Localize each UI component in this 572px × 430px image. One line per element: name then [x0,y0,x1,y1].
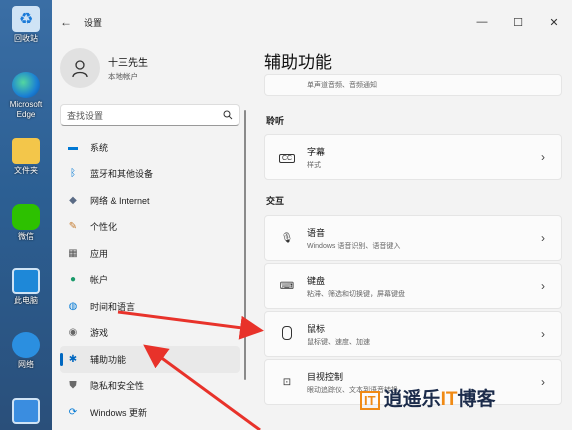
keyboard-icon: ⌨ [279,280,295,292]
nav-item-system[interactable]: ▬ 系统 [60,134,240,161]
keyboard-card[interactable]: ⌨ 键盘粘滞、筛选和切换键，屏幕键盘 › [264,263,562,309]
nav-item-accounts[interactable]: ● 帐户 [60,267,240,294]
chevron-right-icon: › [541,375,545,389]
mouse-title: 鼠标 [307,323,326,334]
apps-icon: ▦ [68,247,78,259]
folder-icon [12,138,40,164]
desktop-icon-computer[interactable]: 此电脑 [4,268,48,306]
nav-item-accessibility[interactable]: ✱ 辅助功能 [60,346,240,373]
chevron-right-icon: › [541,279,545,293]
settings-window: ← 设置 — ☐ ✕ 十三先生 本地帐户 查找设置 ▬ 系统 ᛒ 蓝牙和其他设备… [52,0,572,430]
section-title-hearing: 聆听 [266,116,285,126]
app-icon [12,398,40,424]
recycle-bin-icon: ♻ [12,6,40,32]
edge-icon [12,72,40,98]
section-title-interaction: 交互 [266,196,285,206]
user-role: 本地帐户 [108,72,138,81]
monitor-icon: ▬ [68,141,78,153]
audio-card-desc: 单声道音频、音频通知 [307,82,377,89]
audio-card[interactable]: 单声道音频、音频通知 [264,74,562,96]
person-icon: ● [69,274,77,286]
desktop-icon-app[interactable] [4,398,48,426]
title-bar: ← 设置 — ☐ ✕ [52,0,572,44]
minimize-button[interactable]: — [464,16,500,29]
bluetooth-icon: ᛒ [70,168,76,180]
user-name: 十三先生 [108,58,148,69]
nav-item-network[interactable]: ◆ 网络 & Internet [60,187,240,214]
nav-item-privacy[interactable]: ⛊ 隐私和安全性 [60,373,240,400]
speech-desc: Windows 语音识别、语音键入 [307,242,401,250]
update-icon: ⟳ [68,406,78,418]
keyboard-desc: 粘滞、筛选和切换键，屏幕键盘 [307,290,405,298]
cc-icon: CC [277,152,297,163]
desktop-icon-edge[interactable]: Microsoft Edge [4,72,48,120]
mouse-desc: 鼠标键、速度、加速 [307,338,370,346]
captions-title: 字幕 [307,146,326,157]
shield-icon: ⛊ [69,380,77,392]
sidebar-scrollbar[interactable] [244,110,246,380]
microphone-icon: 🎙︎ [280,232,294,244]
desktop-icon-network[interactable]: 网络 [4,332,48,370]
nav-item-windows-update[interactable]: ⟳ Windows 更新 [60,399,240,426]
computer-icon [12,268,40,294]
sidebar: 十三先生 本地帐户 查找设置 ▬ 系统 ᛒ 蓝牙和其他设备 ◆ 网络 & Intern… [52,44,248,430]
person-icon [72,60,88,78]
globe-clock-icon: ◍ [68,300,78,312]
wechat-icon [12,204,40,230]
window-title: 设置 [84,17,103,28]
keyboard-title: 键盘 [307,275,326,286]
speech-title: 语音 [307,227,326,238]
back-button[interactable]: ← [60,15,82,29]
eye-control-title: 目视控制 [307,371,344,382]
nav-item-personalization[interactable]: ✎ 个性化 [60,214,240,241]
network-icon [12,332,40,358]
search-input[interactable]: 查找设置 [60,104,240,126]
user-profile[interactable]: 十三先生 本地帐户 [52,44,248,88]
close-button[interactable]: ✕ [536,16,572,29]
maximize-button[interactable]: ☐ [500,16,536,29]
mouse-card[interactable]: 鼠标鼠标键、速度、加速 › [264,311,562,357]
desktop-icon-folder[interactable]: 文件夹 [4,138,48,176]
nav-list: ▬ 系统 ᛒ 蓝牙和其他设备 ◆ 网络 & Internet ✎ 个性化 ▦ 应用 ● 帐户… [52,134,248,426]
captions-desc: 样式 [307,161,321,169]
captions-card[interactable]: CC 字幕样式 › [264,134,562,180]
accessibility-icon: ✱ [68,353,78,365]
page-title: 辅助功能 [264,53,332,72]
search-placeholder: 查找设置 [67,110,104,121]
search-icon [223,110,233,120]
wifi-icon: ◆ [69,194,77,206]
nav-item-gaming[interactable]: ◉ 游戏 [60,320,240,347]
avatar [60,48,100,88]
nav-item-time-language[interactable]: ◍ 时间和语言 [60,293,240,320]
gamepad-icon: ◉ [68,327,78,339]
watermark-logo: IT 逍遥乐IT博客 [360,384,495,411]
chevron-right-icon: › [541,327,545,341]
desktop-icon-wechat[interactable]: 微信 [4,204,48,242]
chevron-right-icon: › [541,150,545,164]
speech-card[interactable]: 🎙︎ 语音 Windows 语音识别、语音键入 › [264,215,562,261]
nav-item-bluetooth[interactable]: ᛒ 蓝牙和其他设备 [60,161,240,188]
chevron-right-icon: › [541,231,545,245]
desktop-strip: ♻ 回收站 Microsoft Edge 文件夹 微信 此电脑 网络 [0,0,52,430]
main-content: 辅助功能 单声道音频、音频通知 聆听 CC 字幕样式 › 交互 🎙︎ 语音 Win… [264,44,564,405]
nav-item-apps[interactable]: ▦ 应用 [60,240,240,267]
desktop-icon-recycle-bin[interactable]: ♻ 回收站 [4,6,48,44]
mouse-icon [277,325,297,343]
eye-control-icon: ⊡ [282,376,292,388]
brush-icon: ✎ [68,221,78,233]
watermark-logo-icon: IT [360,391,380,410]
